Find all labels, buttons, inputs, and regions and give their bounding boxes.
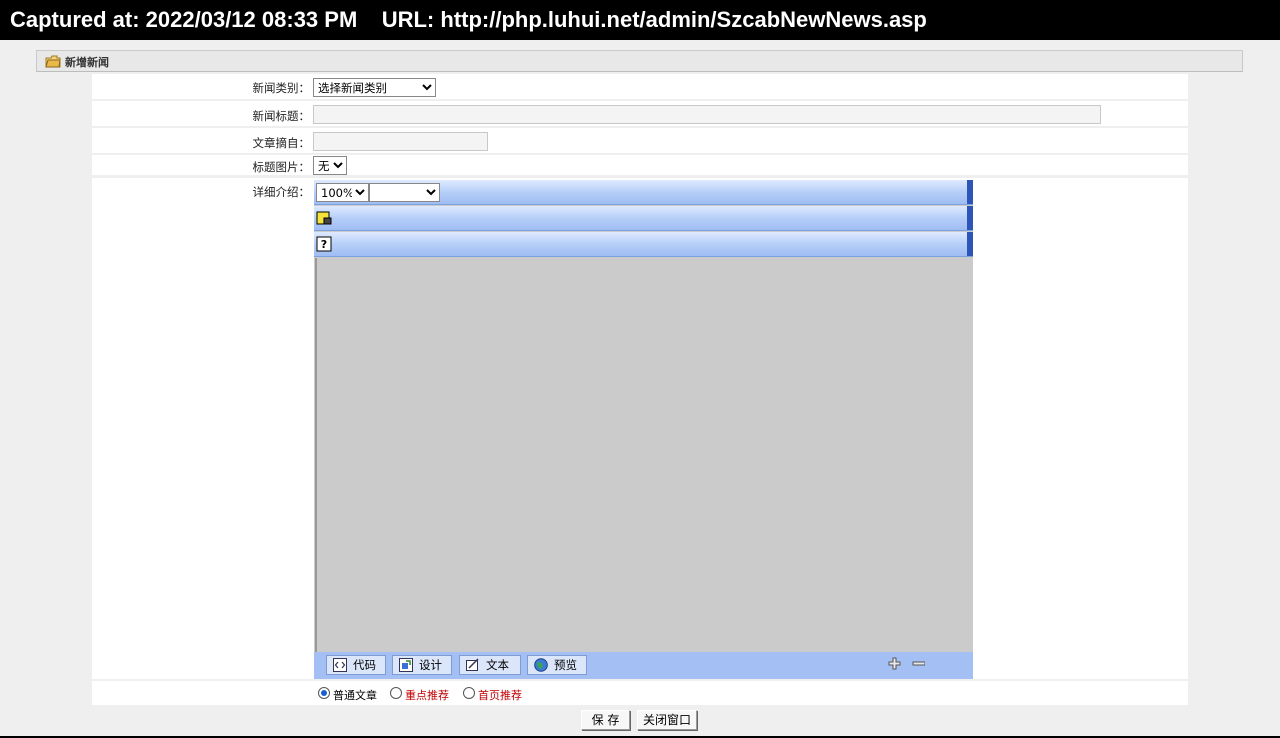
panel-header: 新增新闻	[36, 50, 1243, 72]
design-icon	[399, 658, 413, 672]
design-mode-label: 设计	[419, 658, 442, 672]
code-mode-label: 代码	[353, 658, 376, 672]
radio-featured-label[interactable]: 重点推荐	[405, 687, 449, 703]
excerpt-input[interactable]	[313, 132, 488, 151]
preview-mode-button[interactable]: 预览	[527, 655, 587, 675]
editor-mode-bar: 代码 设计 文本 预览	[314, 652, 973, 679]
detail-label: 详细介绍：	[252, 185, 311, 199]
radio-featured[interactable]	[390, 687, 402, 699]
title-image-label: 标题图片：	[252, 160, 311, 174]
editor-toolbar-3: ?	[314, 232, 973, 257]
design-mode-button[interactable]: 设计	[392, 655, 452, 675]
title-image-row: 标题图片： 无	[92, 155, 1188, 175]
capture-banner: Captured at: 2022/03/12 08:33 PM URL: ht…	[0, 0, 1280, 40]
close-window-button[interactable]: 关闭窗口	[637, 710, 697, 730]
minus-icon[interactable]	[912, 657, 925, 670]
insert-image-icon[interactable]	[316, 210, 333, 226]
excerpt-row: 文章摘自：	[92, 128, 1188, 153]
help-icon[interactable]: ?	[316, 236, 333, 252]
text-mode-label: 文本	[486, 658, 509, 672]
text-mode-button[interactable]: 文本	[459, 655, 521, 675]
category-row: 新闻类别： 选择新闻类别	[92, 74, 1188, 99]
folder-icon	[45, 55, 61, 68]
radio-normal[interactable]	[318, 687, 330, 699]
text-icon	[466, 658, 479, 671]
title-row: 新闻标题：	[92, 101, 1188, 126]
radio-normal-label[interactable]: 普通文章	[333, 687, 377, 703]
panel-title: 新增新闻	[65, 56, 109, 69]
editor-toolbar-1: 100%	[314, 180, 973, 205]
globe-icon	[534, 658, 548, 672]
title-input[interactable]	[313, 105, 1101, 124]
category-label: 新闻类别：	[252, 81, 311, 95]
preview-mode-label: 预览	[554, 658, 577, 672]
radio-homepage-label[interactable]: 首页推荐	[478, 687, 522, 703]
code-icon	[333, 658, 347, 672]
font-select[interactable]	[369, 183, 440, 202]
zoom-select[interactable]: 100%	[316, 183, 369, 202]
toolbar-edge	[967, 206, 973, 230]
toolbar-edge	[967, 180, 973, 204]
save-button[interactable]: 保 存	[581, 710, 630, 730]
editor-content-area[interactable]	[315, 258, 972, 652]
svg-text:?: ?	[321, 238, 327, 251]
excerpt-label: 文章摘自：	[252, 136, 311, 150]
title-label: 新闻标题：	[252, 109, 311, 123]
plus-icon[interactable]	[888, 657, 901, 670]
toolbar-edge	[967, 232, 973, 256]
code-mode-button[interactable]: 代码	[326, 655, 386, 675]
editor-toolbar-2	[314, 206, 973, 231]
radio-homepage[interactable]	[463, 687, 475, 699]
rich-text-editor: 100% ? 代码 设计 文本 预览	[314, 180, 973, 679]
article-type-row: 普通文章 重点推荐 首页推荐	[92, 681, 1188, 705]
category-select[interactable]: 选择新闻类别	[313, 78, 436, 97]
title-image-select[interactable]: 无	[313, 156, 347, 175]
